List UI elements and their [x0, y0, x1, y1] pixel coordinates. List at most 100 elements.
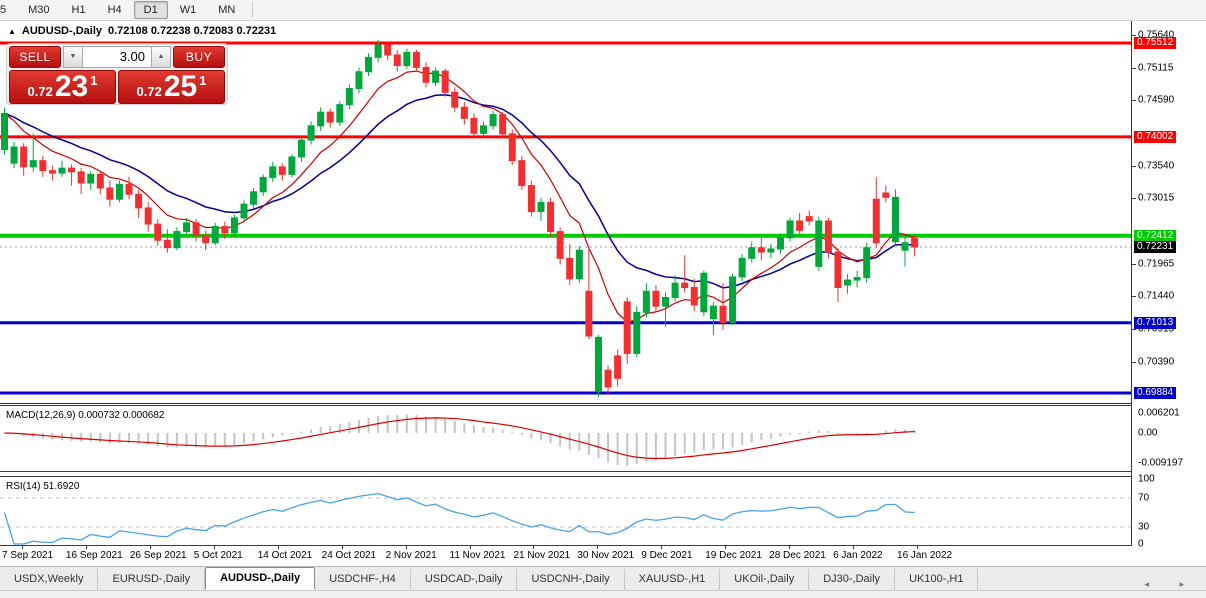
- chart-tab-usdchf-h4[interactable]: USDCHF-,H4: [315, 569, 411, 590]
- date-axis-label: 24 Oct 2021: [322, 550, 376, 561]
- sell-price-button[interactable]: 0.72 23 1: [9, 70, 116, 104]
- date-axis-tick-mark: [917, 546, 918, 549]
- price-axis-tick: 0.75115: [1138, 62, 1173, 73]
- date-axis-tick-mark: [470, 546, 471, 549]
- date-axis-tick-mark: [406, 546, 407, 549]
- toolbar-separator: [252, 2, 253, 18]
- date-axis-tick-mark: [661, 546, 662, 549]
- price-axis-tick-mark: [1132, 198, 1136, 199]
- price-axis-tick-mark: [1132, 35, 1136, 36]
- price-axis-tick: 0.73540: [1138, 160, 1174, 171]
- date-axis-label: 19 Dec 2021: [705, 550, 762, 561]
- date-axis-tick-mark: [533, 546, 534, 549]
- price-level-badge: 0.75512: [1134, 37, 1176, 49]
- chart-tab-usdcad-daily[interactable]: USDCAD-,Daily: [411, 569, 518, 590]
- price-axis-tick-mark: [1132, 166, 1136, 167]
- rsi-axis-tick: 30: [1138, 522, 1149, 533]
- buy-button[interactable]: BUY: [173, 46, 225, 68]
- date-axis-tick-mark: [853, 546, 854, 549]
- date-axis-label: 26 Sep 2021: [130, 550, 187, 561]
- timeframe-button-d1[interactable]: D1: [134, 1, 168, 19]
- pane-border: [0, 405, 1131, 406]
- price-level-badge: 0.72231: [1134, 241, 1176, 253]
- price-axis-tick-mark: [1132, 362, 1136, 363]
- chart-tab-usdx-weekly[interactable]: USDX,Weekly: [0, 569, 98, 590]
- chart-tab-audusd-daily[interactable]: AUDUSD-,Daily: [205, 567, 315, 590]
- buy-price-prefix: 0.72: [137, 84, 162, 99]
- macd-axis-tick: 0.006201: [1138, 408, 1180, 419]
- chart-tab-uk100-h1[interactable]: UK100-,H1: [895, 569, 978, 590]
- buy-price-button[interactable]: 0.72 25 1: [118, 70, 225, 104]
- sell-price-point: 1: [90, 73, 97, 88]
- date-axis-tick-mark: [22, 546, 23, 549]
- date-axis-label: 14 Oct 2021: [258, 550, 312, 561]
- timeframe-button-h1[interactable]: H1: [62, 1, 96, 19]
- price-axis-tick: 0.70390: [1138, 356, 1174, 367]
- price-axis-tick-mark: [1132, 329, 1136, 330]
- macd-axis-tick: 0.00: [1138, 428, 1157, 439]
- pane-border: [0, 471, 1131, 472]
- buy-price-point: 1: [199, 73, 206, 88]
- date-axis-tick-mark: [86, 546, 87, 549]
- rsi-indicator-pane[interactable]: [0, 477, 1131, 546]
- price-level-badge: 0.72412: [1134, 230, 1176, 242]
- date-axis-tick-mark: [725, 546, 726, 549]
- date-axis-label: 9 Dec 2021: [641, 550, 692, 561]
- volume-spinner: ▼ 3.00 ▲: [63, 46, 171, 68]
- price-level-badge: 0.69884: [1134, 387, 1176, 399]
- date-axis-label: 21 Nov 2021: [513, 550, 570, 561]
- date-axis-label: 11 Nov 2021: [450, 550, 506, 561]
- chart-tab-usdcnh-daily[interactable]: USDCNH-,Daily: [517, 569, 624, 590]
- timeframe-button-mn[interactable]: MN: [208, 1, 245, 19]
- sell-price-pips: 23: [55, 72, 88, 102]
- date-axis-label: 5 Oct 2021: [194, 550, 243, 561]
- volume-increase-button[interactable]: ▲: [151, 46, 171, 68]
- timeframe-button-w1[interactable]: W1: [170, 1, 207, 19]
- chart-tab-ukoil-daily[interactable]: UKOil-,Daily: [720, 569, 809, 590]
- date-axis-tick-mark: [150, 546, 151, 549]
- date-axis-label: 16 Sep 2021: [66, 550, 123, 561]
- macd-axis-tick: -0.009197: [1138, 457, 1183, 468]
- rsi-axis-tick: 0: [1138, 539, 1144, 550]
- price-axis-tick-mark: [1132, 68, 1136, 69]
- timeframe-toolbar: 5M30H1H4D1W1MN: [0, 0, 1206, 21]
- price-level-badge: 0.74002: [1134, 131, 1176, 143]
- pane-border: [0, 403, 1131, 404]
- date-axis-label: 28 Dec 2021: [769, 550, 826, 561]
- rsi-axis-tick: 70: [1138, 493, 1149, 504]
- date-axis[interactable]: 7 Sep 2021 16 Sep 2021 26 Sep 2021 5 Oct 20…: [0, 546, 1131, 565]
- macd-label: MACD(12,26,9) 0.000732 0.000682: [6, 410, 164, 421]
- sell-price-prefix: 0.72: [28, 84, 53, 99]
- one-click-trading-panel: SELL ▼ 3.00 ▲ BUY 0.72 23 1 0.72 25 1: [6, 43, 228, 105]
- chart-window: ▲ AUDUSD-,Daily 0.72108 0.72238 0.72083 …: [0, 21, 1206, 566]
- chart-tab-bar: USDX,WeeklyEURUSD-,DailyAUDUSD-,DailyUSD…: [0, 566, 1206, 590]
- timeframe-button-5[interactable]: 5: [0, 1, 16, 19]
- chart-tab-eurusd-daily[interactable]: EURUSD-,Daily: [98, 569, 205, 590]
- date-axis-label: 7 Sep 2021: [2, 550, 53, 561]
- date-axis-tick-mark: [342, 546, 343, 549]
- price-axis-tick-mark: [1132, 264, 1136, 265]
- chart-tab-dj30-daily[interactable]: DJ30-,Daily: [809, 569, 895, 590]
- timeframe-button-m30[interactable]: M30: [18, 1, 59, 19]
- volume-decrease-button[interactable]: ▼: [63, 46, 83, 68]
- chart-tab-xauusd-h1[interactable]: XAUUSD-,H1: [625, 569, 721, 590]
- status-bar: [0, 590, 1206, 598]
- rsi-axis-tick: 100: [1138, 474, 1155, 485]
- mt4-window: 5M30H1H4D1W1MN ▲ AUDUSD-,Daily 0.72108 0…: [0, 0, 1206, 598]
- price-axis-tick: 0.71440: [1138, 291, 1174, 302]
- price-axis-tick: 0.71965: [1138, 258, 1174, 269]
- price-level-badge: 0.71013: [1134, 317, 1176, 329]
- price-axis[interactable]: 0.756400.751150.745900.735400.730150.719…: [1132, 21, 1206, 546]
- sell-button[interactable]: SELL: [9, 46, 61, 68]
- volume-field[interactable]: 3.00: [83, 46, 151, 68]
- macd-indicator-pane[interactable]: [0, 405, 1131, 471]
- date-axis-tick-mark: [597, 546, 598, 549]
- tab-scroll-arrows[interactable]: ◂ ▸: [1144, 579, 1206, 590]
- rsi-label: RSI(14) 51.6920: [6, 481, 79, 492]
- price-axis-tick-mark: [1132, 100, 1136, 101]
- timeframe-button-h4[interactable]: H4: [98, 1, 132, 19]
- date-axis-tick-mark: [278, 546, 279, 549]
- date-axis-tick-mark: [789, 546, 790, 549]
- price-axis-tick: 0.73015: [1138, 193, 1174, 204]
- date-axis-label: 2 Nov 2021: [386, 550, 437, 561]
